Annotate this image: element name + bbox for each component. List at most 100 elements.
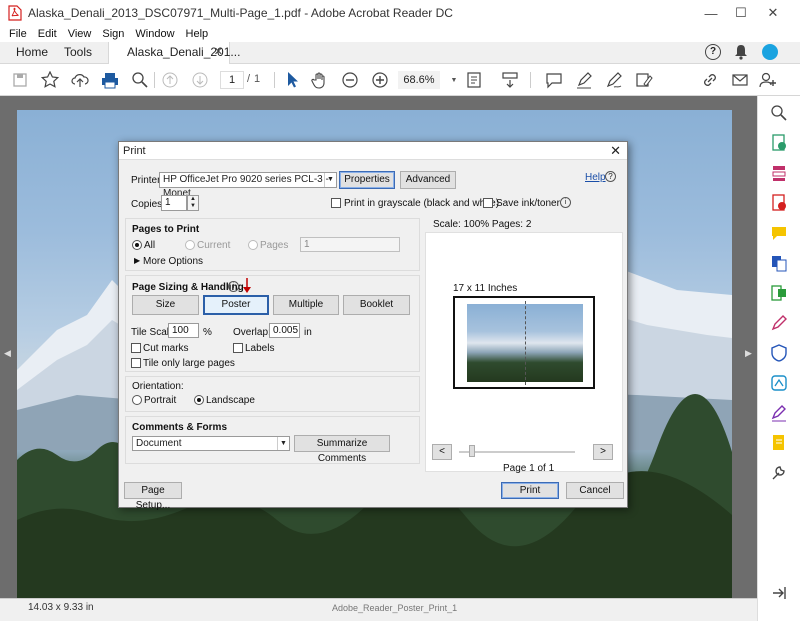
more-options-toggle[interactable]: More Options [143, 256, 203, 267]
bookmark-star-icon[interactable] [40, 70, 60, 90]
page-setup-button[interactable]: Page Setup... [124, 482, 182, 511]
zoom-dropdown-icon[interactable]: ▼ [444, 70, 464, 90]
next-preview-button[interactable]: > [593, 444, 613, 460]
cancel-button[interactable]: Cancel [566, 482, 624, 499]
tab-document[interactable]: Alaska_Denali_201... ✕ [108, 42, 240, 64]
menu-file[interactable]: File [9, 28, 27, 40]
current-page-radio[interactable] [185, 240, 195, 250]
printer-select[interactable]: HP OfficeJet Pro 9020 series PCL-3 - Mon… [159, 172, 337, 199]
hand-tool-icon[interactable] [310, 70, 330, 90]
bell-icon[interactable] [734, 44, 748, 63]
paper-size-text: 17 x 11 Inches [453, 283, 518, 294]
page-number-input[interactable]: 1 [220, 71, 244, 89]
print-button[interactable]: Print [501, 482, 559, 499]
zoom-in-icon[interactable] [370, 70, 390, 90]
close-window-button[interactable]: ✕ [756, 0, 790, 26]
protect-shield-icon[interactable] [770, 344, 788, 362]
export-pdf-icon[interactable] [770, 134, 788, 152]
help-question-icon[interactable]: ? [605, 171, 616, 182]
all-pages-radio[interactable] [132, 240, 142, 250]
tab-tools[interactable]: Tools [64, 45, 92, 59]
edit-pdf-icon[interactable] [770, 284, 788, 302]
fill-sign-icon[interactable] [634, 70, 654, 90]
toolbar-divider [274, 72, 275, 88]
add-user-icon[interactable] [758, 70, 778, 90]
save-ink-checkbox[interactable] [483, 198, 493, 208]
request-signature-icon[interactable] [770, 404, 788, 422]
properties-button[interactable]: Properties [339, 171, 395, 189]
select-cursor-icon[interactable] [282, 70, 302, 90]
avatar[interactable] [762, 44, 778, 60]
info-icon[interactable]: i [560, 197, 571, 208]
chevron-down-icon: ▼ [277, 437, 289, 450]
booklet-button[interactable]: Booklet [343, 295, 410, 315]
preview-slider-handle[interactable] [469, 445, 475, 457]
help-link[interactable]: Help [585, 172, 606, 183]
optimize-pdf-icon[interactable] [770, 374, 788, 392]
zoom-out-icon[interactable] [340, 70, 360, 90]
create-pdf-icon[interactable] [770, 194, 788, 212]
search-pane-icon[interactable] [770, 104, 788, 122]
status-filename: Adobe_Reader_Poster_Print_1 [332, 603, 458, 613]
summarize-comments-button[interactable]: Summarize Comments [294, 435, 390, 464]
zoom-level-field[interactable]: 68.6% [398, 71, 440, 89]
copies-stepper[interactable]: ▲ ▼ [187, 195, 199, 211]
sign-pen-icon[interactable] [604, 70, 624, 90]
minimize-button[interactable]: — [694, 0, 728, 26]
scrolling-mode-icon[interactable] [500, 70, 520, 90]
print-icon[interactable] [100, 70, 120, 90]
comment-pane-icon[interactable] [770, 224, 788, 242]
comments-forms-select[interactable]: Document ▼ [132, 436, 290, 451]
menu-window[interactable]: Window [135, 28, 174, 40]
triangle-right-icon[interactable]: ▶ [134, 256, 140, 265]
cut-marks-checkbox[interactable] [131, 343, 141, 353]
pages-to-print-title: Pages to Print [132, 224, 200, 235]
portrait-radio[interactable] [132, 395, 142, 405]
poster-button[interactable]: Poster [203, 295, 269, 315]
close-dialog-icon[interactable]: ✕ [610, 143, 621, 159]
orientation-title: Orientation: [132, 381, 184, 392]
send-for-review-icon[interactable] [770, 434, 788, 452]
page-fit-icon[interactable] [464, 70, 484, 90]
close-tab-icon[interactable]: ✕ [214, 45, 223, 58]
advanced-button[interactable]: Advanced [400, 171, 456, 189]
collapse-tools-icon[interactable] [770, 584, 788, 602]
combine-files-icon[interactable] [770, 254, 788, 272]
menu-help[interactable]: Help [186, 28, 209, 40]
labels-checkbox[interactable] [233, 343, 243, 353]
overlap-input[interactable]: 0.005 [269, 323, 300, 338]
comments-forms-value: Document [136, 438, 182, 449]
preview-slider-track[interactable] [459, 451, 575, 453]
help-icon[interactable]: ? [705, 44, 721, 60]
pages-range-radio[interactable] [248, 240, 258, 250]
share-link-icon[interactable] [700, 70, 720, 90]
menu-sign[interactable]: Sign [102, 28, 124, 40]
multiple-button[interactable]: Multiple [273, 295, 339, 315]
more-tools-icon[interactable] [770, 464, 788, 482]
fill-sign-pane-icon[interactable] [770, 314, 788, 332]
size-button[interactable]: Size [132, 295, 199, 315]
email-icon[interactable] [730, 70, 750, 90]
tile-scale-input[interactable]: 100 [168, 323, 199, 338]
comment-icon[interactable] [544, 70, 564, 90]
copies-input[interactable]: 1 [161, 195, 187, 211]
highlight-pen-icon[interactable] [574, 70, 594, 90]
save-icon[interactable] [10, 70, 30, 90]
maximize-button[interactable]: ☐ [724, 0, 758, 26]
next-page-icon[interactable] [190, 70, 210, 90]
organize-pages-icon[interactable] [770, 164, 788, 182]
menu-edit[interactable]: Edit [38, 28, 57, 40]
collapse-right-panel-icon[interactable]: ▶ [745, 348, 752, 359]
grayscale-checkbox[interactable] [331, 198, 341, 208]
menu-view[interactable]: View [68, 28, 92, 40]
upload-cloud-icon[interactable] [70, 70, 90, 90]
tab-home[interactable]: Home [16, 45, 48, 59]
zoom-search-icon[interactable] [130, 70, 150, 90]
pages-range-input[interactable]: 1 [300, 237, 400, 252]
landscape-radio[interactable] [194, 395, 204, 405]
collapse-left-panel-icon[interactable]: ◀ [4, 348, 11, 359]
previous-preview-button[interactable]: < [432, 444, 452, 460]
previous-page-icon[interactable] [160, 70, 180, 90]
info-icon[interactable]: i [228, 281, 239, 292]
tile-large-checkbox[interactable] [131, 358, 141, 368]
